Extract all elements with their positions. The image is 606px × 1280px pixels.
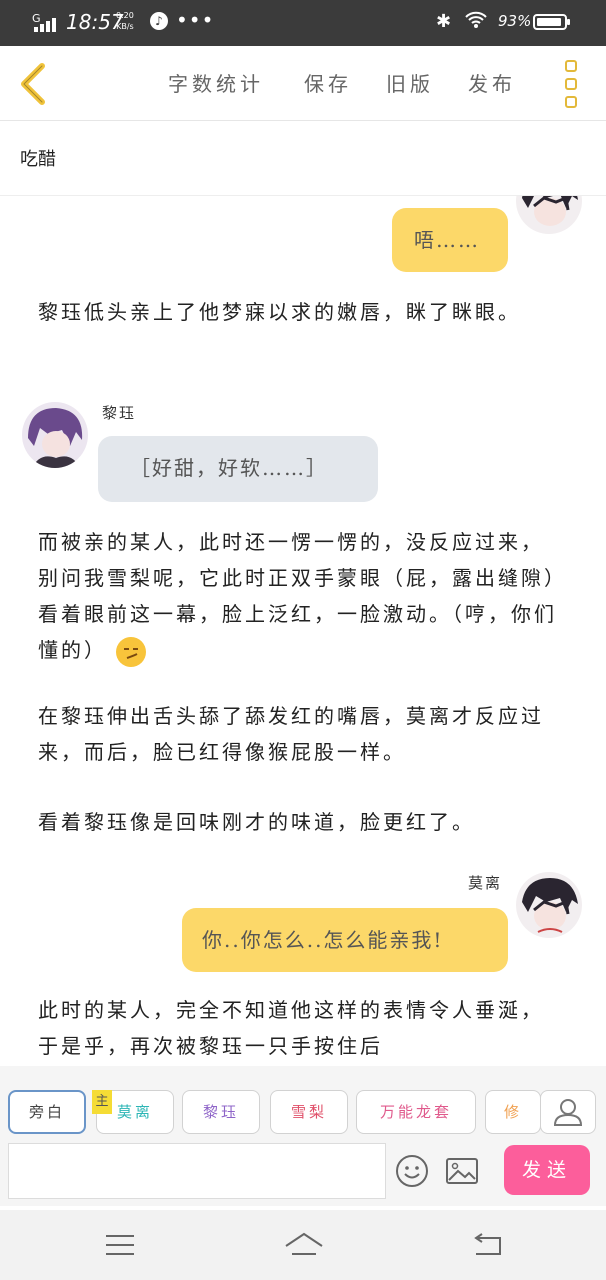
clock: 18:57 xyxy=(66,10,124,34)
character-chip-xiu[interactable]: 修 xyxy=(485,1090,541,1134)
battery-fill xyxy=(537,18,562,26)
bluetooth-icon: ✱ xyxy=(436,11,452,32)
battery-icon xyxy=(533,14,570,30)
character-chip-xueli[interactable]: 雪梨 xyxy=(270,1090,348,1134)
menu-lines-icon xyxy=(106,1235,134,1255)
speaker-name: 莫离 xyxy=(468,874,503,892)
dialogue-bubble[interactable]: 你..你怎么..怎么能亲我! xyxy=(182,908,508,972)
character-chip-extra[interactable]: 万能龙套 xyxy=(356,1090,476,1134)
chevron-left-icon xyxy=(21,63,45,105)
smirk-emoji-icon xyxy=(116,636,147,667)
word-count-button[interactable]: 字数统计 xyxy=(168,68,264,97)
dialogue-bubble[interactable]: 唔…… xyxy=(392,208,508,272)
narration-paragraph[interactable]: 在黎珏伸出舌头舔了舔发红的嘴唇，莫离才反应过来，而后，脸已红得像猴屁股一样。 xyxy=(38,698,566,770)
message-input[interactable] xyxy=(8,1143,386,1199)
emoji-icon xyxy=(396,1155,428,1187)
music-notification-icon: ♪ xyxy=(150,12,168,30)
network-speed-value: 0.20 xyxy=(116,11,134,20)
narration-paragraph[interactable]: 黎珏低头亲上了他梦寐以求的嫩唇，眯了眯眼。 xyxy=(38,294,566,330)
avatar-moli[interactable] xyxy=(516,196,582,234)
signal-icon xyxy=(34,18,56,32)
back-button[interactable] xyxy=(14,62,54,106)
send-button[interactable]: 发送 xyxy=(504,1145,590,1195)
main-character-badge: 主 xyxy=(92,1090,112,1114)
menu-icon[interactable] xyxy=(565,60,581,108)
story-title: 吃醋 xyxy=(20,149,56,170)
editor-toolbar: 字数统计 保存 旧版 发布 xyxy=(0,46,606,121)
character-chip-lijue[interactable]: 黎珏 xyxy=(182,1090,260,1134)
battery-percent: 93% xyxy=(498,12,532,30)
speaker-name: 黎珏 xyxy=(102,404,137,422)
wifi-icon xyxy=(464,10,488,35)
image-icon xyxy=(446,1158,478,1184)
dialogue-bubble[interactable]: ［好甜，好软……］ xyxy=(98,436,378,502)
narration-paragraph[interactable]: 看着黎珏像是回味刚才的味道，脸更红了。 xyxy=(38,804,566,840)
status-bar: G 18:57 0.20 KB/s ♪ ••• ✱ 93% xyxy=(0,0,606,46)
save-button[interactable]: 保存 xyxy=(304,68,352,97)
avatar-lijue[interactable] xyxy=(22,402,88,468)
publish-button[interactable]: 发布 xyxy=(468,68,516,97)
old-version-button[interactable]: 旧版 xyxy=(386,68,434,97)
story-title-row[interactable]: 吃醋 xyxy=(0,121,606,196)
back-nav-button[interactable] xyxy=(468,1230,508,1260)
story-content[interactable]: 唔…… 黎珏低头亲上了他梦寐以求的嫩唇，眯了眯眼。 黎珏 ［好甜，好软……］ 而… xyxy=(0,196,606,1066)
narration-paragraph[interactable]: 而被亲的某人，此时还一愣一愣的，没反应过来，别问我雪梨呢，它此时正双手蒙眼（屁，… xyxy=(38,524,566,668)
character-chip-narrator[interactable]: 旁白 xyxy=(8,1090,86,1134)
network-speed: 0.20 KB/s xyxy=(116,10,134,32)
system-nav-bar xyxy=(0,1210,606,1280)
more-notifications-icon: ••• xyxy=(176,8,215,32)
narration-paragraph[interactable]: 此时的某人，完全不知道他这样的表情令人垂涎，于是乎，再次被黎珏一只手按住后 xyxy=(38,992,566,1064)
add-character-button[interactable] xyxy=(540,1090,596,1134)
person-icon xyxy=(553,1099,583,1126)
back-arrow-icon xyxy=(474,1233,501,1255)
emoji-button[interactable] xyxy=(394,1153,430,1189)
home-icon xyxy=(285,1232,323,1255)
recent-apps-button[interactable] xyxy=(100,1230,140,1260)
network-speed-unit: KB/s xyxy=(116,22,134,31)
image-button[interactable] xyxy=(444,1153,480,1189)
avatar-moli[interactable] xyxy=(516,872,582,938)
home-button[interactable] xyxy=(284,1230,324,1260)
